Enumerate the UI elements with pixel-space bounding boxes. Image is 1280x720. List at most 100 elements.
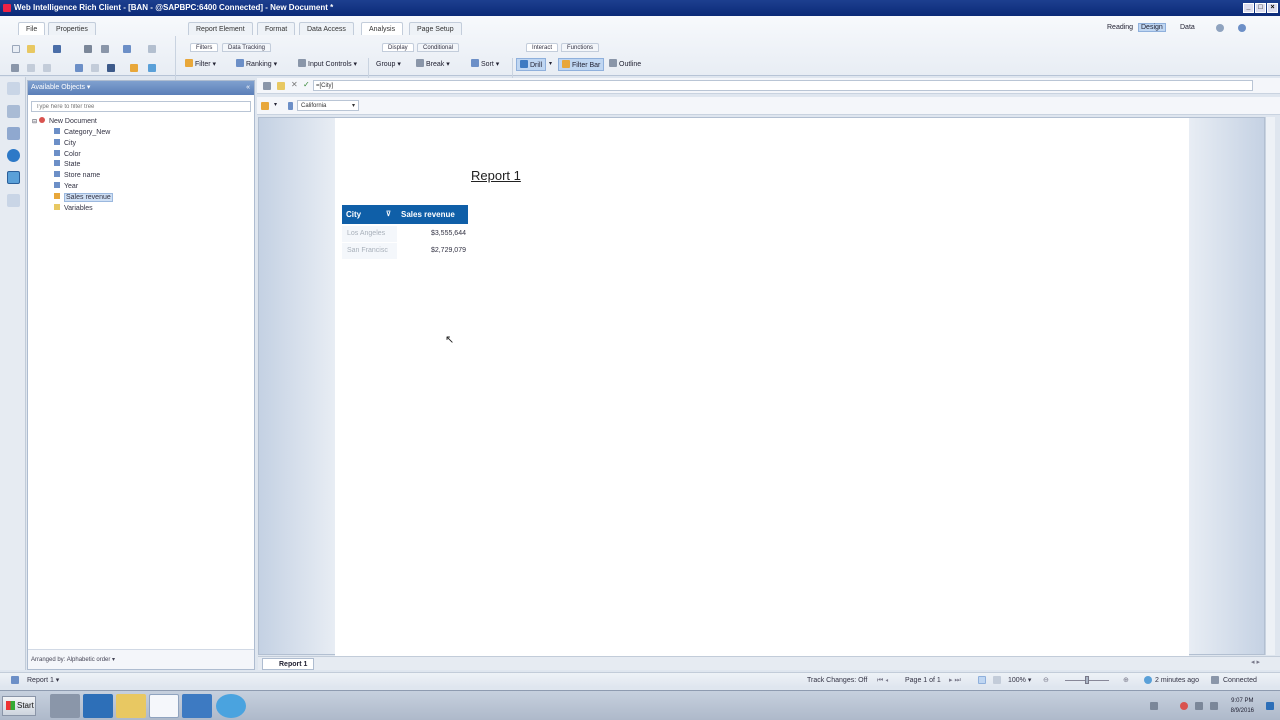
tab-page-setup[interactable]: Page Setup — [409, 22, 462, 35]
tab-format[interactable]: Format — [257, 22, 296, 35]
mode-data[interactable]: Data — [1180, 24, 1195, 31]
state-filter-select[interactable]: California ▾ — [297, 100, 359, 111]
variable-editor-icon[interactable] — [277, 82, 285, 90]
network-icon[interactable] — [1195, 702, 1203, 710]
save-icon[interactable] — [53, 45, 61, 53]
mode-reading[interactable]: Reading — [1107, 24, 1133, 31]
powershell-icon[interactable] — [83, 694, 113, 718]
list-item-selected[interactable]: Sales revenue — [54, 193, 113, 203]
export-icon[interactable] — [123, 45, 131, 53]
validate-formula-icon[interactable]: ✓ — [303, 80, 310, 89]
table-cell[interactable]: San Francisc — [342, 243, 397, 259]
mail-icon[interactable] — [148, 45, 156, 53]
tray-icon[interactable] — [1150, 702, 1158, 710]
zoom-in-icon[interactable]: ⊕ — [1123, 673, 1129, 688]
new-document-icon[interactable] — [12, 45, 20, 53]
zoom-level[interactable]: 100% ▾ — [1008, 673, 1031, 688]
data-panel-icon[interactable] — [7, 194, 20, 207]
collapse-panel-icon[interactable]: « — [246, 81, 250, 95]
zoom-slider-handle[interactable] — [1085, 676, 1089, 684]
table-header-city[interactable]: City ⊽ — [342, 205, 397, 224]
list-item[interactable]: City — [54, 139, 76, 149]
server-manager-icon[interactable] — [50, 694, 80, 718]
tab-report-1[interactable]: Report 1 — [262, 658, 315, 670]
drill-dropdown-icon[interactable]: ▾ — [549, 60, 552, 67]
available-objects-icon[interactable] — [7, 171, 20, 184]
subtab-interact[interactable]: Interact — [526, 43, 559, 52]
tab-file[interactable]: File — [18, 22, 46, 35]
find-icon[interactable] — [101, 45, 109, 53]
list-item[interactable]: Category_New — [54, 128, 110, 138]
track-changes-status[interactable]: Track Changes: Off — [807, 673, 867, 688]
list-item[interactable]: Variables — [54, 204, 93, 214]
report-title[interactable]: Report 1 — [471, 168, 521, 183]
add-filter-dropdown-icon[interactable]: ▾ — [274, 101, 277, 108]
filter-tree-input[interactable] — [31, 101, 251, 112]
list-item[interactable]: Color — [54, 150, 81, 160]
table-cell[interactable]: Los Angeles — [342, 226, 397, 242]
paste-icon[interactable] — [43, 64, 51, 72]
volume-icon[interactable] — [1210, 702, 1218, 710]
report-map-icon[interactable] — [7, 105, 20, 118]
tray-alert-icon[interactable] — [1180, 702, 1188, 710]
maximize-button[interactable]: □ — [1255, 3, 1266, 13]
page-mode-icon[interactable] — [993, 676, 1001, 684]
ranking-button[interactable]: Ranking ▾ — [233, 58, 280, 71]
print-icon[interactable] — [84, 45, 92, 53]
internet-explorer-icon[interactable] — [216, 694, 246, 718]
cancel-formula-icon[interactable]: ✕ — [291, 80, 298, 89]
outline-button[interactable]: Outline — [606, 58, 644, 71]
redo-icon[interactable] — [91, 64, 99, 72]
table-cell[interactable]: $2,729,079 — [397, 243, 466, 259]
status-report[interactable]: Report 1 ▾ — [27, 673, 59, 688]
drill-button[interactable]: Drill — [516, 58, 547, 71]
system-clock[interactable]: 9:07 PM 8/9/2016 — [1231, 696, 1254, 716]
filter-button[interactable]: Filter ▾ — [182, 58, 219, 71]
format-painter-icon[interactable] — [130, 64, 138, 72]
tab-properties[interactable]: Properties — [48, 22, 96, 35]
input-controls-button[interactable]: Input Controls ▾ — [295, 58, 360, 71]
subtab-conditional[interactable]: Conditional — [417, 43, 460, 52]
tab-scroll-icon[interactable]: ◂ ▸ — [1251, 658, 1260, 666]
subtab-display[interactable]: Display — [382, 43, 414, 52]
minimize-button[interactable]: _ — [1243, 3, 1254, 13]
start-button[interactable]: Start — [2, 696, 36, 716]
delete-icon[interactable] — [107, 64, 115, 72]
open-folder-icon[interactable] — [27, 45, 35, 53]
undo-icon[interactable] — [75, 64, 83, 72]
first-page-icon[interactable]: ⏮ ◂ — [877, 673, 888, 688]
app-icon[interactable] — [182, 694, 212, 718]
list-item[interactable]: Store name — [54, 171, 100, 181]
explorer-icon[interactable] — [116, 694, 146, 718]
copy-icon[interactable] — [27, 64, 35, 72]
web-services-icon[interactable] — [7, 149, 20, 162]
zoom-out-icon[interactable]: ⊖ — [1043, 673, 1049, 688]
tab-report-element[interactable]: Report Element — [188, 22, 253, 35]
filter-bar-button[interactable]: Filter Bar — [558, 58, 605, 71]
arranged-by-dropdown[interactable]: Arranged by: Alphabetic order ▾ — [28, 649, 254, 669]
subtab-data-tracking[interactable]: Data Tracking — [222, 43, 272, 52]
quick-display-icon[interactable] — [978, 676, 986, 684]
document-summary-icon[interactable] — [7, 82, 20, 95]
list-item[interactable]: State — [54, 160, 80, 170]
break-button[interactable]: Break ▾ — [413, 58, 453, 71]
webi-rich-client-icon[interactable] — [149, 694, 179, 718]
next-page-icon[interactable]: ▸ ⏭ — [949, 673, 961, 688]
close-button[interactable]: × — [1267, 3, 1278, 13]
mode-design[interactable]: Design — [1138, 23, 1166, 32]
show-desktop-icon[interactable] — [1266, 702, 1274, 710]
tab-data-access[interactable]: Data Access — [299, 22, 354, 35]
tab-analysis[interactable]: Analysis — [361, 22, 404, 35]
formula-input[interactable]: =[City] — [313, 80, 1253, 91]
subtab-functions[interactable]: Functions — [561, 43, 600, 52]
vertical-scrollbar[interactable] — [1265, 117, 1275, 655]
group-button[interactable]: Group ▾ — [373, 58, 404, 71]
subtab-filters[interactable]: Filters — [190, 43, 219, 52]
add-filter-icon[interactable] — [261, 102, 269, 110]
cut-icon[interactable] — [11, 64, 19, 72]
table-header-sales[interactable]: Sales revenue — [397, 205, 468, 224]
gear-icon[interactable] — [1216, 24, 1224, 32]
table-cell[interactable]: $3,555,644 — [397, 226, 466, 242]
input-controls-panel-icon[interactable] — [7, 127, 20, 140]
list-item[interactable]: Year — [54, 182, 78, 192]
